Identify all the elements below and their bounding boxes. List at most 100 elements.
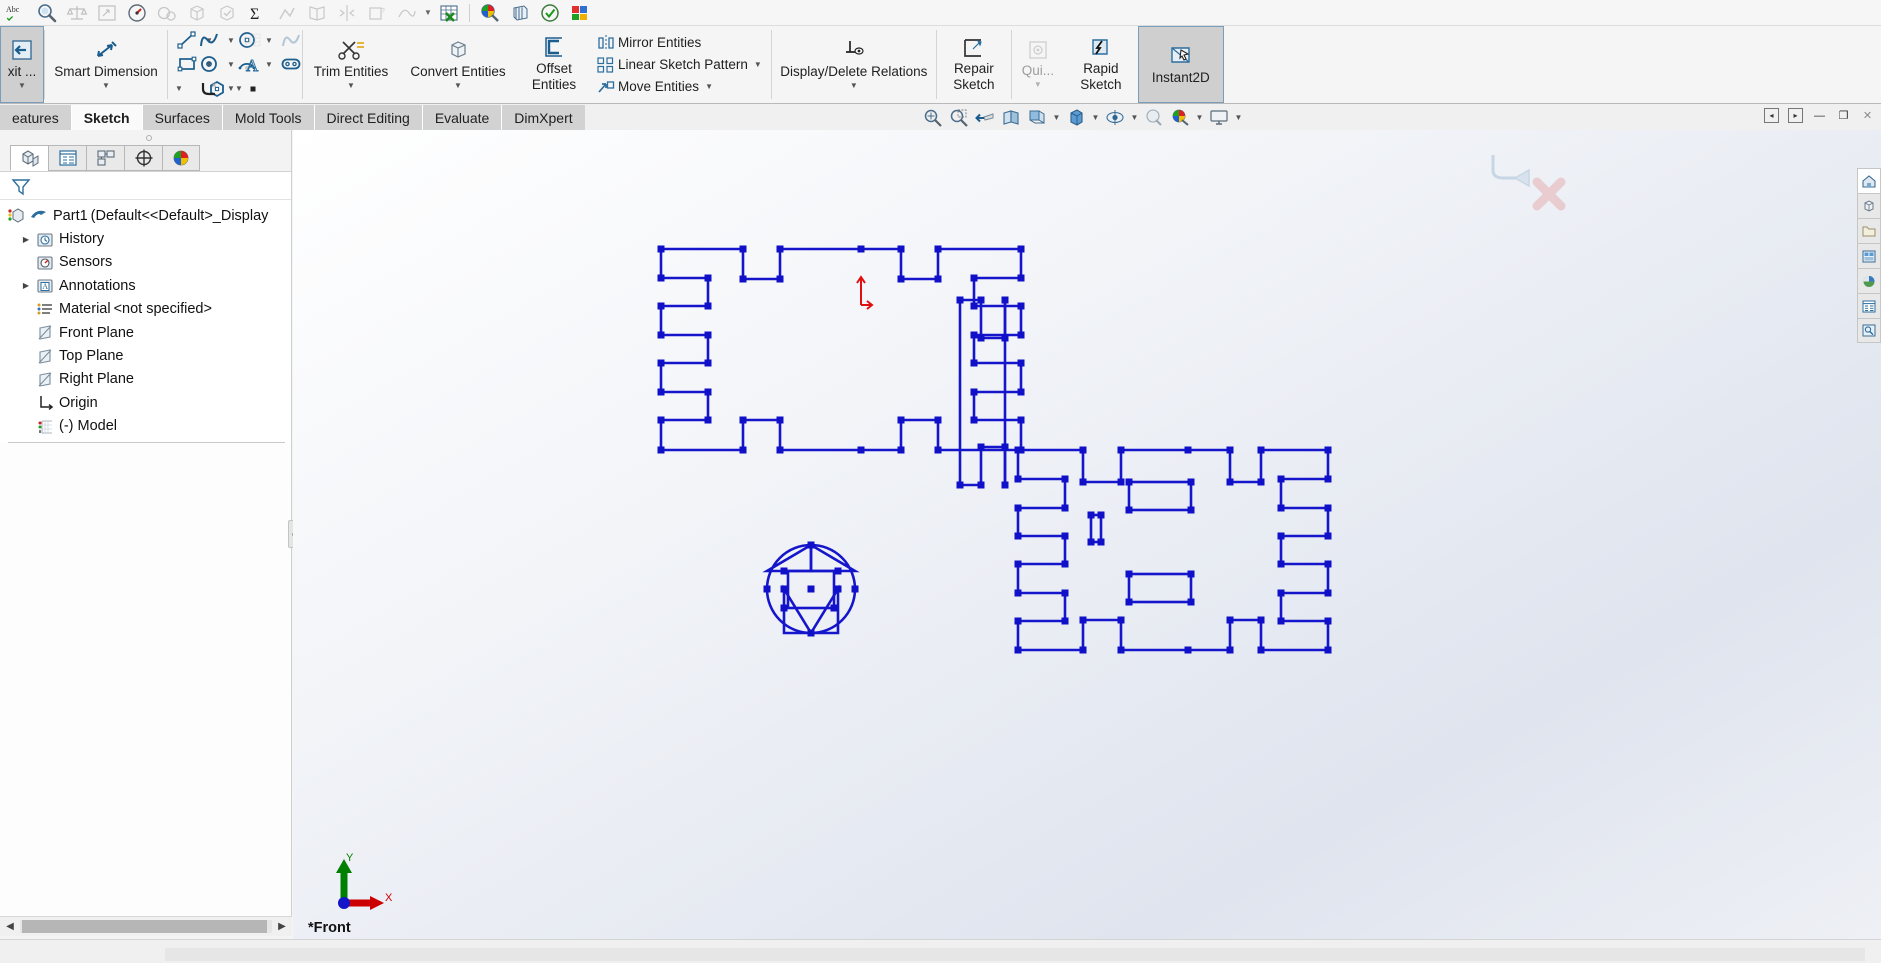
- tab-display-manager[interactable]: [162, 144, 200, 171]
- chevron-down-icon[interactable]: ▼: [224, 77, 238, 101]
- chevron-down-icon[interactable]: ▼: [422, 1, 434, 25]
- dock-item-design-library-icon[interactable]: [1857, 193, 1881, 218]
- restore-left-button[interactable]: ◂: [1764, 108, 1779, 123]
- chevron-down-icon[interactable]: ▼: [1232, 105, 1245, 129]
- tree-item-model[interactable]: (-) Model: [0, 415, 291, 438]
- dock-item-file-explorer-icon[interactable]: [1857, 218, 1881, 243]
- geometry-analysis-icon[interactable]: [182, 1, 212, 25]
- curvature-icon[interactable]: [392, 1, 422, 25]
- section-view-icon[interactable]: [998, 105, 1024, 129]
- import-diagnostics-icon[interactable]: [272, 1, 302, 25]
- convert-entities-button[interactable]: Convert Entities ▼: [399, 26, 517, 103]
- offset-entities-button[interactable]: Offset Entities: [517, 26, 591, 103]
- tree-item-annotations[interactable]: ▶ A Annotations: [0, 274, 291, 297]
- perimeter-circle-icon[interactable]: [194, 52, 224, 76]
- tab-features[interactable]: eatures: [0, 105, 72, 130]
- sketch-canvas[interactable]: [293, 130, 1881, 940]
- previous-view-icon[interactable]: [972, 105, 998, 129]
- tree-item-sensors[interactable]: Sensors: [0, 251, 291, 274]
- chevron-down-icon[interactable]: ▼: [850, 81, 858, 91]
- zoom-to-fit-icon[interactable]: [920, 105, 946, 129]
- chevron-down-icon[interactable]: ▼: [1034, 80, 1042, 90]
- tree-item-history[interactable]: ▶ History: [0, 227, 291, 250]
- chevron-right-icon[interactable]: ▶: [18, 235, 34, 244]
- text-icon[interactable]: A: [238, 52, 268, 76]
- view-orientation-icon[interactable]: [1024, 105, 1050, 129]
- repair-sketch-button[interactable]: Repair Sketch: [937, 26, 1011, 103]
- display-delete-relations-button[interactable]: Display/Delete Relations ▼: [772, 26, 936, 103]
- tab-surfaces[interactable]: Surfaces: [142, 105, 223, 130]
- tree-item-origin[interactable]: Origin: [0, 391, 291, 414]
- scroll-thumb[interactable]: [22, 920, 267, 933]
- sustainability-icon[interactable]: [565, 1, 595, 25]
- dock-item-search-icon[interactable]: [1857, 318, 1881, 343]
- chevron-down-icon[interactable]: ▼: [102, 81, 110, 91]
- chevron-down-icon[interactable]: ▼: [18, 81, 26, 91]
- tab-mold-tools[interactable]: Mold Tools: [222, 105, 315, 130]
- hide-show-items-icon[interactable]: [1102, 105, 1128, 129]
- restore-button[interactable]: ❐: [1836, 108, 1851, 123]
- chevron-down-icon[interactable]: ▼: [748, 60, 768, 69]
- measure-icon[interactable]: [32, 1, 62, 25]
- tab-evaluate[interactable]: Evaluate: [422, 105, 503, 130]
- tab-dimxpert[interactable]: DimXpert: [502, 105, 585, 130]
- zebra-stripes-icon[interactable]: [505, 1, 535, 25]
- tab-configuration-manager[interactable]: [86, 144, 124, 171]
- chevron-down-icon[interactable]: ▼: [1089, 105, 1102, 129]
- scroll-track[interactable]: [20, 920, 272, 933]
- feature-tree-filter-row[interactable]: [0, 172, 291, 200]
- tree-item-part1[interactable]: Part1 (Default<<Default>_Display: [0, 204, 291, 227]
- scroll-right-icon[interactable]: ▶: [272, 918, 292, 936]
- tab-direct-editing[interactable]: Direct Editing: [314, 105, 423, 130]
- spline-icon[interactable]: [276, 28, 306, 52]
- chevron-down-icon[interactable]: ▼: [347, 81, 355, 91]
- feature-tree-hscrollbar[interactable]: ◀ ▶: [0, 916, 292, 936]
- zoom-to-area-icon[interactable]: [946, 105, 972, 129]
- dock-item-custom-properties-icon[interactable]: [1857, 293, 1881, 318]
- chevron-down-icon[interactable]: ▼: [699, 82, 719, 91]
- tree-item-right-plane[interactable]: Right Plane: [0, 368, 291, 391]
- tree-item-material[interactable]: Material <not specified>: [0, 298, 291, 321]
- dock-item-home-icon[interactable]: [1857, 168, 1881, 193]
- view-settings-icon[interactable]: [1206, 105, 1232, 129]
- move-entities-row[interactable]: Move Entities ▼: [591, 76, 771, 98]
- tab-dimxpert-manager[interactable]: [124, 144, 162, 171]
- chevron-down-icon[interactable]: ▼: [1193, 105, 1206, 129]
- dock-item-appearances-icon[interactable]: [1857, 268, 1881, 293]
- tree-item-top-plane[interactable]: Top Plane: [0, 344, 291, 367]
- check-mark-icon[interactable]: [535, 1, 565, 25]
- smart-dimension-button[interactable]: Smart Dimension ▼: [45, 26, 167, 103]
- symmetry-check-icon[interactable]: [332, 1, 362, 25]
- graphics-area[interactable]: [293, 130, 1881, 940]
- equations-icon[interactable]: Σ: [242, 1, 272, 25]
- display-style-icon[interactable]: [1063, 105, 1089, 129]
- section-properties-icon[interactable]: [92, 1, 122, 25]
- colormap-icon[interactable]: [475, 1, 505, 25]
- chevron-down-icon[interactable]: ▼: [172, 77, 186, 101]
- chevron-down-icon[interactable]: ▼: [454, 81, 462, 91]
- dock-item-view-palette-icon[interactable]: [1857, 243, 1881, 268]
- tab-property-manager[interactable]: [48, 144, 86, 171]
- chevron-down-icon[interactable]: ▼: [1128, 105, 1141, 129]
- thickness-analysis-icon[interactable]: ?: [362, 1, 392, 25]
- chevron-down-icon[interactable]: ▼: [224, 52, 238, 76]
- chevron-down-icon[interactable]: ▼: [1050, 105, 1063, 129]
- panel-drag-handle[interactable]: [0, 130, 291, 144]
- scroll-left-icon[interactable]: ◀: [0, 918, 20, 936]
- performance-evaluation-icon[interactable]: [152, 1, 182, 25]
- tree-item-front-plane[interactable]: Front Plane: [0, 321, 291, 344]
- mirror-entities-row[interactable]: Mirror Entities: [591, 32, 771, 54]
- restore-right-button[interactable]: ▸: [1788, 108, 1803, 123]
- instant2d-button[interactable]: Instant2D: [1137, 26, 1224, 103]
- check-entity-icon[interactable]: [212, 1, 242, 25]
- spline-icon[interactable]: [194, 28, 224, 52]
- trim-entities-button[interactable]: Trim Entities ▼: [303, 26, 399, 103]
- fillet-icon[interactable]: [194, 77, 224, 101]
- tab-sketch[interactable]: Sketch: [71, 105, 143, 130]
- edit-appearance-icon[interactable]: [1141, 105, 1167, 129]
- tab-feature-manager-design-tree[interactable]: [10, 144, 48, 171]
- spell-check-icon[interactable]: Abc: [2, 1, 32, 25]
- rapid-sketch-button[interactable]: Rapid Sketch: [1064, 26, 1138, 103]
- grid-icon[interactable]: [238, 28, 268, 52]
- mass-properties-icon[interactable]: [62, 1, 92, 25]
